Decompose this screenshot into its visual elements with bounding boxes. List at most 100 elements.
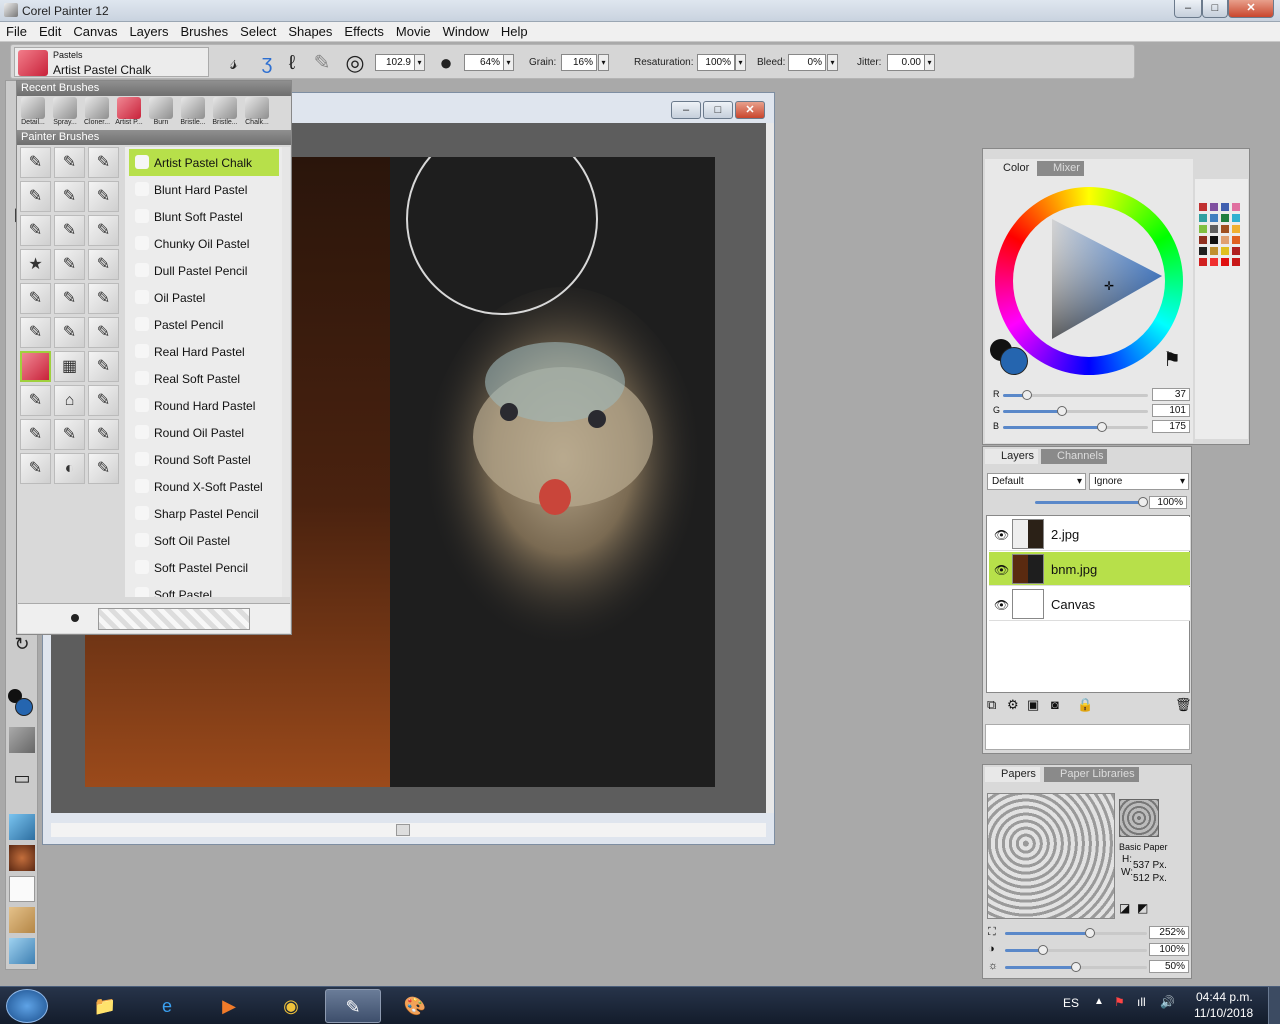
color-set-swatch[interactable] <box>1210 203 1218 211</box>
layer-opacity-knob[interactable] <box>1138 497 1148 507</box>
blue-slider-knob[interactable] <box>1097 422 1107 432</box>
layer-commands-icon[interactable]: ⧉ <box>987 697 996 713</box>
category-gouache-icon[interactable]: ✎ <box>54 249 85 280</box>
paper-selector-icon[interactable] <box>9 727 35 753</box>
color-set-swatch[interactable] <box>1221 236 1229 244</box>
paper-contrast-knob[interactable] <box>1038 945 1048 955</box>
menu-effects[interactable]: Effects <box>338 22 390 40</box>
language-indicator[interactable]: ES <box>1063 996 1079 1010</box>
color-set-swatch[interactable] <box>1232 214 1240 222</box>
clock-time[interactable]: 04:44 p.m. <box>1196 990 1253 1004</box>
green-slider[interactable] <box>1003 410 1148 413</box>
stroke-freehand-icon[interactable]: 𝓈 <box>221 50 247 76</box>
dynamic-plugins-icon[interactable]: ⚙ <box>1007 697 1019 713</box>
color-set-swatch[interactable] <box>1199 236 1207 244</box>
category-digital-watercolor-icon[interactable]: ✎ <box>54 215 85 246</box>
blue-slider[interactable] <box>1003 426 1148 429</box>
tab-papers[interactable]: Papers <box>985 767 1040 782</box>
color-set-swatch[interactable] <box>1199 225 1207 233</box>
category-palette-knives-icon[interactable]: ✎ <box>54 317 85 348</box>
directional-grain-icon[interactable]: ◩ <box>1137 901 1148 915</box>
color-set-swatch[interactable] <box>1221 225 1229 233</box>
variant-blunt-soft-pastel[interactable]: Blunt Soft Pastel <box>129 203 279 230</box>
doc-close-button[interactable]: ✕ <box>735 101 765 119</box>
variant-oil-pastel[interactable]: Oil Pastel <box>129 284 279 311</box>
visibility-eye-icon[interactable]: 👁 <box>994 528 1009 542</box>
maximize-button[interactable]: □ <box>1202 0 1228 18</box>
stroke-line-icon[interactable]: ℓ <box>279 50 305 76</box>
red-slider-knob[interactable] <box>1022 390 1032 400</box>
menu-movie[interactable]: Movie <box>390 22 437 40</box>
color-set-swatch[interactable] <box>1232 258 1240 266</box>
category-pattern-pens-icon[interactable]: ▦ <box>54 351 85 382</box>
paper-scale-knob[interactable] <box>1085 928 1095 938</box>
recent-brush-8[interactable]: Chalk... <box>241 97 273 131</box>
variant-chunky-oil-pastel[interactable]: Chunky Oil Pastel <box>129 230 279 257</box>
network-icon[interactable]: ıll <box>1137 995 1146 1009</box>
color-set-swatch[interactable] <box>1199 247 1207 255</box>
clock-date[interactable]: 11/10/2018 <box>1194 1006 1253 1020</box>
paint-palette-icon[interactable]: 🎨 <box>387 989 443 1023</box>
look-selector-icon[interactable] <box>9 938 35 964</box>
color-set-swatch[interactable] <box>1221 214 1229 222</box>
minimize-button[interactable]: – <box>1174 0 1202 18</box>
category-sponges-icon[interactable]: ✎ <box>20 385 51 416</box>
brush-selector[interactable]: Pastels Artist Pastel Chalk <box>14 47 209 77</box>
menu-layers[interactable]: Layers <box>123 22 174 40</box>
menu-help[interactable]: Help <box>495 22 534 40</box>
main-color-circle[interactable] <box>1000 347 1028 375</box>
start-button[interactable] <box>6 989 48 1023</box>
category-pastels-icon[interactable] <box>20 351 51 382</box>
tab-paper-libraries[interactable]: Paper Libraries <box>1044 767 1139 782</box>
delete-layer-icon[interactable]: 🗑 <box>1175 697 1192 713</box>
resaturation-dropdown[interactable]: ▾ <box>735 54 746 71</box>
gradient-selector-icon[interactable] <box>9 814 35 840</box>
layer-row[interactable]: 👁 Canvas <box>989 587 1190 621</box>
color-set-swatch[interactable] <box>1232 225 1240 233</box>
horizontal-scroll-thumb[interactable] <box>396 824 410 836</box>
layer-row[interactable]: 👁 2.jpg <box>989 517 1190 551</box>
doc-minimize-button[interactable]: – <box>671 101 701 119</box>
menu-edit[interactable]: Edit <box>33 22 67 40</box>
doc-maximize-button[interactable]: □ <box>703 101 733 119</box>
color-set-swatch[interactable] <box>1199 203 1207 211</box>
category-calligraphy-icon[interactable]: ✎ <box>54 181 85 212</box>
clone-color-stamp-icon[interactable]: ⚑ <box>1163 347 1181 372</box>
new-layer-icon[interactable]: ▣ <box>1027 697 1039 713</box>
green-value[interactable]: 101 <box>1152 404 1190 417</box>
show-hidden-icons-icon[interactable]: ▲ <box>1094 996 1104 1007</box>
category-color-icon[interactable]: ◐ <box>54 453 85 484</box>
category-sumi-e-icon[interactable]: ✎ <box>88 419 119 450</box>
composite-method-select[interactable]: Default ▾ <box>987 473 1086 490</box>
bleed-dropdown[interactable]: ▾ <box>827 54 838 71</box>
tab-layers[interactable]: Layers <box>985 449 1039 464</box>
tab-channels[interactable]: Channels <box>1041 449 1108 464</box>
color-set-swatch[interactable] <box>1221 247 1229 255</box>
show-desktop-button[interactable] <box>1268 987 1280 1024</box>
color-set-swatch[interactable] <box>1210 236 1218 244</box>
action-center-icon[interactable]: ⚑ <box>1114 995 1125 1009</box>
menu-select[interactable]: Select <box>234 22 282 40</box>
variant-pastel-pencil[interactable]: Pastel Pencil <box>129 311 279 338</box>
variant-real-soft-pastel[interactable]: Real Soft Pastel <box>129 365 279 392</box>
pattern-selector-icon[interactable] <box>9 845 35 871</box>
paper-contrast-value[interactable]: 100% <box>1149 943 1189 956</box>
variant-round-hard-pastel[interactable]: Round Hard Pastel <box>129 392 279 419</box>
color-set-swatches[interactable] <box>1199 203 1243 303</box>
nozzle-selector-icon[interactable] <box>9 876 35 902</box>
paper-brightness-knob[interactable] <box>1071 962 1081 972</box>
corel-painter-taskbar-icon[interactable]: ✎ <box>325 989 381 1023</box>
stroke-smooth-icon[interactable]: ʒ <box>254 50 280 76</box>
category-image-hose-icon[interactable]: ✎ <box>88 453 119 484</box>
layer-row[interactable]: 👁 bnm.jpg <box>989 552 1190 586</box>
tab-color[interactable]: Color <box>987 161 1034 176</box>
jitter-field[interactable]: 0.00 <box>887 54 925 71</box>
category-acrylics-icon[interactable]: ✎ <box>20 147 51 178</box>
category-pencils-icon[interactable]: ✎ <box>20 317 51 348</box>
category-colored-pencils-icon[interactable]: ✎ <box>88 215 119 246</box>
category-oils-icon[interactable]: ✎ <box>88 249 119 280</box>
stroke-erase-icon[interactable]: ✎ <box>309 50 335 76</box>
bleed-field[interactable]: 0% <box>788 54 826 71</box>
composite-depth-select[interactable]: Ignore ▾ <box>1089 473 1189 490</box>
category-airbrushes-icon[interactable]: ✎ <box>54 147 85 178</box>
